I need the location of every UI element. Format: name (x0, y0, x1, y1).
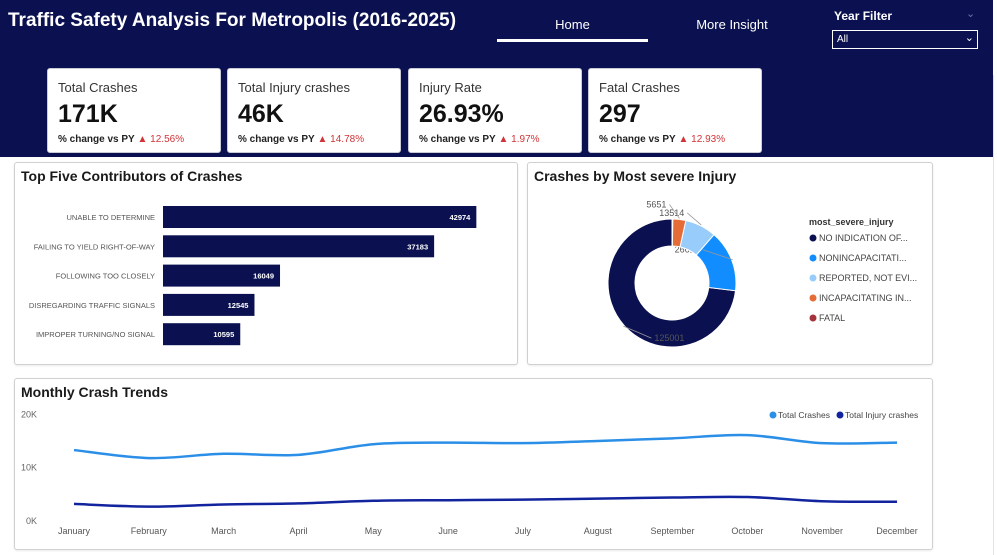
kpi-value: 297 (599, 100, 641, 128)
donut-data-label: 125001 (654, 333, 684, 343)
kpi-change: % change vs PY ▲ 12.56% (58, 134, 184, 145)
legend-marker (809, 254, 817, 262)
year-filter-label: Year Filter (834, 9, 893, 23)
x-tick-label: July (515, 526, 532, 536)
kpi-value: 171K (58, 100, 118, 128)
kpi-change-value: 14.78% (330, 134, 365, 145)
x-tick-label: November (801, 526, 843, 536)
page-title: Traffic Safety Analysis For Metropolis (… (8, 10, 457, 31)
line-chart: 0K 10K 20K January February March April May June… (21, 409, 918, 536)
kpi-change: % change vs PY ▲ 1.97% (419, 134, 540, 145)
bar-category-label: UNABLE TO DETERMINE (67, 213, 156, 222)
legend-label: REPORTED, NOT EVI... (819, 273, 917, 283)
kpi-card-fatal-crashes: Fatal Crashes 297 % change vs PY ▲ 12.93… (588, 68, 762, 153)
up-triangle-icon: ▲ (498, 134, 509, 145)
legend-marker (809, 294, 817, 302)
chevron-down-icon[interactable]: ⌄ (966, 7, 975, 20)
nav-tab-home[interactable]: Home (497, 17, 648, 32)
legend-marker (836, 411, 844, 419)
y-tick-label: 0K (26, 516, 37, 526)
kpi-label: Total Injury crashes (238, 80, 350, 95)
kpi-change-label: % change vs PY (599, 134, 676, 145)
kpi-label: Total Crashes (58, 80, 138, 95)
kpi-change-value: 12.56% (150, 134, 185, 145)
kpi-card-total-injury-crashes: Total Injury crashes 46K % change vs PY … (227, 68, 401, 153)
x-tick-label: August (584, 526, 613, 536)
series-line (73, 433, 898, 460)
kpi-label: Injury Rate (419, 80, 482, 95)
kpi-label: Fatal Crashes (599, 80, 680, 95)
y-tick-label: 20K (21, 409, 37, 419)
bar-data-label: 10595 (213, 330, 234, 339)
x-tick-label: January (58, 526, 91, 536)
chevron-down-icon: ⌄ (964, 32, 974, 44)
top-contributors-panel: Top Five Contributors of Crashes UNABLE … (14, 162, 518, 365)
divider (993, 75, 994, 555)
bar-data-label: 16049 (253, 272, 274, 281)
legend-marker (809, 314, 817, 322)
legend-marker (809, 274, 817, 282)
donut-slice (671, 218, 674, 247)
x-tick-label: May (365, 526, 383, 536)
dashboard-page: Traffic Safety Analysis For Metropolis (… (0, 0, 997, 555)
kpi-change: % change vs PY ▲ 12.93% (599, 134, 725, 145)
legend-label: FATAL (819, 313, 845, 323)
legend-label: Total Injury crashes (845, 410, 918, 420)
kpi-change-label: % change vs PY (419, 134, 496, 145)
severity-panel: Crashes by Most severe Injury 1250012661… (527, 162, 933, 365)
legend-title: most_severe_injury (809, 217, 894, 227)
donut-chart: 12500126610135145651most_severe_injuryNO… (607, 199, 917, 348)
y-tick-label: 10K (21, 463, 37, 473)
up-triangle-icon: ▲ (678, 134, 689, 145)
x-tick-label: March (211, 526, 236, 536)
kpi-change-value: 1.97% (511, 134, 540, 145)
bar (163, 235, 435, 258)
year-filter-value: All (837, 34, 849, 45)
legend-label: NONINCAPACITATI... (819, 253, 907, 263)
x-tick-label: December (876, 526, 918, 536)
kpi-change-value: 12.93% (691, 134, 726, 145)
up-triangle-icon: ▲ (317, 134, 328, 145)
kpi-value: 46K (238, 100, 284, 128)
legend-marker (809, 234, 817, 242)
kpi-card-injury-rate: Injury Rate 26.93% % change vs PY ▲ 1.97… (408, 68, 582, 153)
x-tick-label: February (131, 526, 168, 536)
bar-category-label: FAILING TO YIELD RIGHT-OF-WAY (34, 242, 155, 251)
monthly-trends-panel: Monthly Crash Trends 0K 10K 20K January Febr… (14, 378, 933, 550)
bar-category-label: DISREGARDING TRAFFIC SIGNALS (29, 301, 155, 310)
series-line (73, 495, 898, 508)
donut-data-label: 5651 (646, 199, 666, 209)
bar-data-label: 12545 (228, 301, 249, 310)
legend-label: INCAPACITATING IN... (819, 293, 912, 303)
nav-active-indicator (497, 39, 648, 42)
legend-marker (769, 411, 777, 419)
legend-label: NO INDICATION OF... (819, 233, 908, 243)
bar-data-label: 37183 (407, 242, 428, 251)
year-filter-select[interactable]: All ⌄ (832, 30, 978, 49)
x-tick-label: October (731, 526, 763, 536)
bar-chart: UNABLE TO DETERMINE 42974 FAILING TO YIELD… (29, 206, 477, 346)
bar (163, 206, 477, 228)
nav-tab-more-insight[interactable]: More Insight (658, 17, 806, 32)
x-tick-label: June (438, 526, 458, 536)
kpi-change-label: % change vs PY (238, 134, 315, 145)
legend-label: Total Crashes (778, 410, 830, 420)
bar-category-label: FOLLOWING TOO CLOSELY (56, 272, 155, 281)
x-tick-label: April (289, 526, 307, 536)
up-triangle-icon: ▲ (137, 134, 148, 145)
donut-data-label: 13514 (659, 208, 684, 218)
bar-category-label: IMPROPER TURNING/NO SIGNAL (36, 330, 155, 339)
bar-data-label: 42974 (449, 213, 471, 222)
kpi-card-total-crashes: Total Crashes 171K % change vs PY ▲ 12.5… (47, 68, 221, 153)
kpi-value: 26.93% (419, 100, 504, 128)
kpi-change: % change vs PY ▲ 14.78% (238, 134, 364, 145)
kpi-change-label: % change vs PY (58, 134, 135, 145)
x-tick-label: September (651, 526, 695, 536)
